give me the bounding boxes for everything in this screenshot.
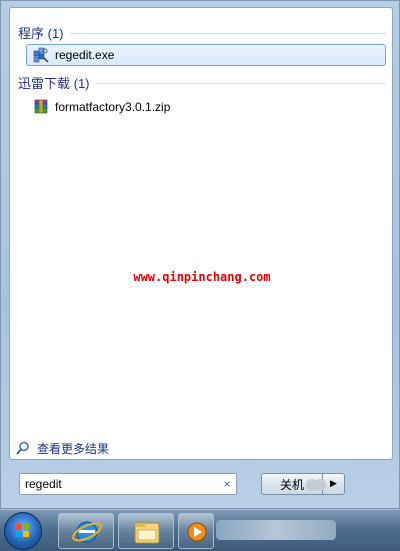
search-results-pane: 程序 (1) regedit.exe 迅雷下载 (1) formatfactor… — [9, 7, 393, 460]
shutdown-controls: 关机 ▶ — [261, 473, 345, 495]
search-input[interactable] — [25, 477, 218, 491]
internet-explorer-icon — [72, 521, 102, 543]
group-header-xunlei-downloads: 迅雷下载 (1) — [18, 72, 386, 92]
group-title: 迅雷下载 (1) — [18, 75, 90, 91]
group-header-programs: 程序 (1) — [18, 22, 386, 42]
see-more-label: 查看更多结果 — [37, 442, 110, 456]
search-box[interactable]: × — [19, 473, 237, 495]
magnifier-icon — [16, 441, 32, 457]
blurred-overlay — [314, 479, 326, 491]
zip-archive-icon — [33, 99, 49, 115]
shutdown-button[interactable]: 关机 — [261, 473, 326, 495]
taskbar-media-player[interactable] — [178, 513, 214, 549]
taskbar-internet-explorer[interactable] — [58, 513, 114, 549]
shutdown-label: 关机 — [280, 477, 305, 492]
divider — [69, 32, 386, 34]
file-explorer-icon — [134, 522, 160, 544]
result-item-formatfactory-zip[interactable]: formatfactory3.0.1.zip — [26, 96, 386, 118]
result-item-regedit[interactable]: regedit.exe — [26, 44, 386, 66]
divider — [95, 82, 386, 84]
see-more-results-link[interactable]: 查看更多结果 — [16, 440, 109, 457]
taskbar — [0, 509, 400, 551]
result-label: formatfactory3.0.1.zip — [55, 100, 171, 114]
taskbar-file-explorer[interactable] — [118, 513, 174, 549]
group-title: 程序 (1) — [18, 25, 64, 41]
start-button[interactable] — [4, 512, 42, 550]
blurred-taskbar-region — [216, 520, 336, 540]
media-player-icon — [187, 522, 207, 542]
registry-editor-icon — [33, 47, 49, 63]
watermark-text: www.qinpinchang.com — [133, 270, 271, 284]
result-label: regedit.exe — [55, 48, 115, 62]
start-menu: 程序 (1) regedit.exe 迅雷下载 (1) formatfactor… — [0, 0, 400, 509]
clear-search-button[interactable]: × — [218, 477, 236, 491]
shutdown-options-button[interactable]: ▶ — [323, 473, 345, 495]
windows-logo-icon — [16, 524, 29, 537]
